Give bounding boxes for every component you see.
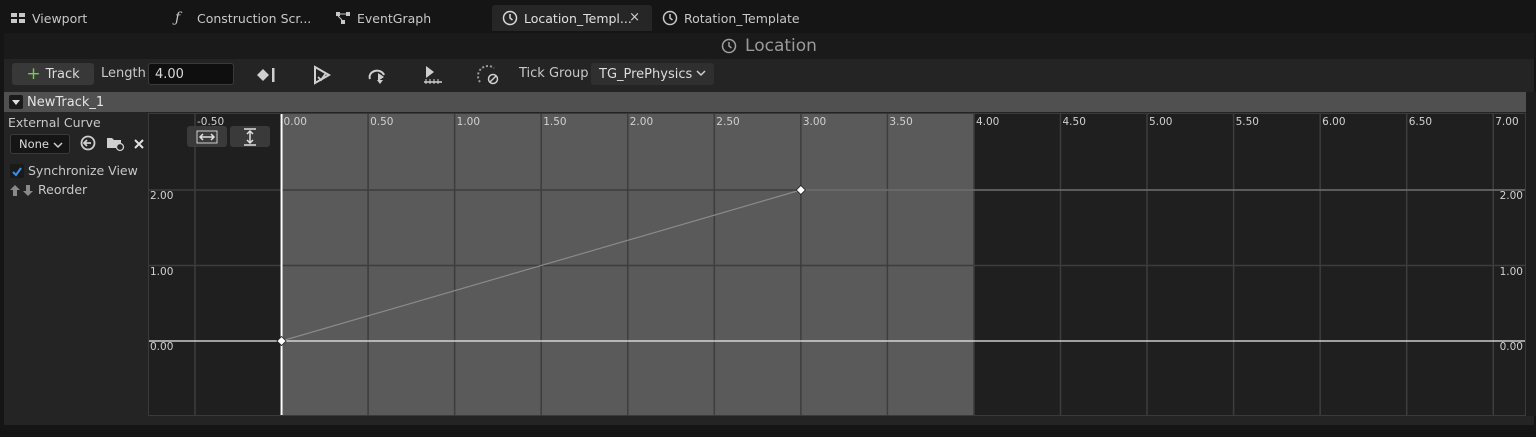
tab-viewport[interactable]: Viewport [0, 5, 165, 31]
fit-vertical-icon [244, 127, 256, 146]
tab-construction-script[interactable]: ƒ Construction Scr... [165, 5, 325, 31]
length-label: Length [101, 66, 146, 81]
move-down-icon[interactable] [22, 182, 34, 201]
reorder-label: Reorder [38, 182, 88, 197]
tick-group-value: TG_PrePhysics [599, 66, 693, 82]
x-tick-label: 5.00 [1149, 116, 1173, 128]
move-up-icon[interactable] [9, 182, 21, 201]
timeline-clock-icon [502, 10, 518, 26]
tick-group-dropdown[interactable]: TG_PrePhysics [591, 63, 714, 85]
graph-icon [335, 10, 351, 26]
fit-vertical-button[interactable] [230, 126, 270, 147]
toolbar: + Track Length 4.00 Tick Group TG_PrePhy… [4, 59, 1534, 91]
replicated-icon[interactable] [420, 64, 446, 86]
tab-label: Rotation_Template [684, 10, 800, 26]
chevron-down-icon [53, 137, 63, 156]
autoplay-icon[interactable] [309, 64, 335, 86]
x-tick-label: 5.50 [1235, 116, 1259, 128]
tick-group-label: Tick Group [519, 66, 589, 81]
y-tick-label-left: 2.00 [150, 190, 174, 202]
curve-asset-value: None [19, 137, 50, 151]
add-track-button[interactable]: + Track [12, 63, 94, 85]
track-name[interactable]: NewTrack_1 [27, 95, 104, 110]
tab-label: Construction Scr... [197, 10, 312, 26]
panel-title-bar: Location [4, 33, 1534, 59]
panel-title: Location [745, 36, 817, 56]
x-tick-label: 4.50 [1062, 116, 1086, 128]
browse-folder-icon[interactable] [105, 134, 125, 152]
tab-location-template[interactable]: Location_Templ... × [492, 5, 652, 31]
close-icon[interactable]: × [629, 10, 640, 25]
y-tick-label-right: 1.00 [1499, 265, 1523, 278]
x-tick-label: 6.50 [1408, 116, 1433, 128]
use-last-keyframe-icon[interactable] [253, 64, 279, 86]
x-tick-label: 3.50 [889, 116, 913, 128]
fit-horizontal-button[interactable] [187, 126, 227, 147]
x-tick-label: 2.00 [629, 116, 654, 128]
ignore-time-dilation-icon[interactable] [476, 64, 502, 86]
synchronize-view-label: Synchronize View [28, 163, 138, 178]
plus-icon: + [26, 64, 41, 84]
curve-graph[interactable]: -0.50 0.00 0.50 1.00 1.50 2.00 2.50 3.00 3.50 4.0… [148, 113, 1526, 416]
track-header[interactable]: NewTrack_1 [4, 92, 1526, 112]
tab-rotation-template[interactable]: Rotation_Template [652, 5, 822, 31]
y-tick-label-left: 0.00 [150, 341, 174, 353]
tab-label: EventGraph [357, 10, 432, 26]
synchronize-view-checkbox[interactable] [10, 164, 24, 178]
x-tick-label: 7.00 [1495, 116, 1519, 128]
add-track-label: Track [45, 66, 80, 82]
vertical-scrollbar[interactable] [1526, 92, 1536, 416]
clear-x-icon[interactable] [132, 136, 146, 150]
x-tick-label: 3.00 [802, 116, 827, 128]
function-icon: ƒ [175, 10, 181, 26]
length-field[interactable]: 4.00 [148, 63, 234, 85]
x-tick-label: 0.50 [370, 116, 394, 128]
viewport-icon [10, 10, 26, 26]
tab-eventgraph[interactable]: EventGraph [325, 5, 490, 31]
x-tick-label: 0.00 [283, 116, 307, 128]
x-tick-label: 6.00 [1322, 116, 1346, 128]
chevron-down-icon [696, 65, 706, 85]
tab-bar: Viewport ƒ Construction Scr... EventGrap… [0, 0, 1536, 33]
x-tick-label: 1.00 [456, 116, 481, 128]
use-selected-asset-icon[interactable] [79, 134, 97, 152]
timeline-clock-icon [662, 10, 678, 26]
curve-graph-canvas[interactable] [149, 114, 1525, 415]
y-tick-label-right: 2.00 [1499, 190, 1523, 202]
loop-icon[interactable] [364, 64, 390, 86]
x-tick-label: 2.50 [716, 116, 740, 128]
tab-label: Viewport [32, 10, 88, 26]
x-tick-label: 4.00 [975, 116, 1000, 128]
x-tick-label: 1.50 [543, 116, 567, 128]
timeline-clock-icon [721, 38, 737, 54]
external-curve-label: External Curve [8, 115, 101, 130]
y-tick-label-left: 1.00 [150, 265, 174, 278]
collapse-arrow-icon[interactable] [9, 95, 23, 109]
curve-asset-dropdown[interactable]: None [10, 134, 70, 154]
tab-label: Location_Templ... [524, 10, 632, 26]
fit-horizontal-icon [196, 130, 218, 143]
track-options: External Curve None Synchronize View Reo… [4, 112, 148, 416]
y-tick-label-right: 0.00 [1499, 341, 1523, 353]
